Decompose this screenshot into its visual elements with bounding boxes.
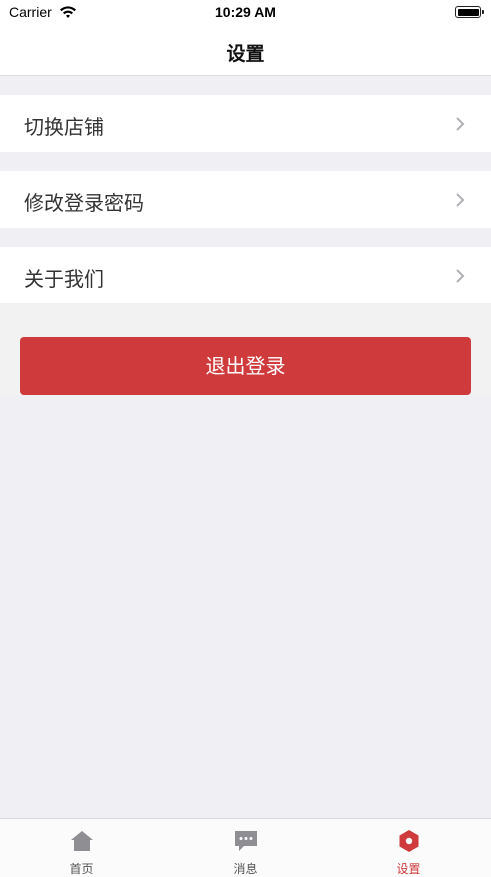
page-title: 设置 [226, 43, 265, 65]
chevron-right-icon [456, 193, 465, 207]
settings-item-about-us[interactable]: 关于我们 [0, 247, 491, 304]
tab-home-label: 首页 [69, 862, 94, 876]
tab-messages-label: 消息 [233, 862, 258, 876]
navigation-bar: 设置 [0, 26, 491, 76]
chevron-right-icon [456, 269, 465, 283]
settings-item-change-password[interactable]: 修改登录密码 [0, 171, 491, 228]
settings-screen: Carrier 10:29 AM 设置 切换店铺 修改登录密码 关于我们 退出登… [0, 0, 491, 877]
clock: 10:29 AM [215, 4, 276, 20]
settings-item-switch-store[interactable]: 切换店铺 [0, 95, 491, 152]
tab-home[interactable]: 首页 [0, 819, 163, 877]
message-icon [235, 831, 257, 851]
settings-item-label: 修改登录密码 [24, 191, 144, 215]
status-bar: Carrier 10:29 AM [0, 0, 491, 26]
tab-messages[interactable]: 消息 [164, 819, 327, 877]
settings-icon [399, 830, 419, 852]
tab-bar: 首页 消息 设置 [0, 818, 491, 877]
settings-list: 切换店铺 修改登录密码 关于我们 [0, 95, 491, 323]
tab-settings[interactable]: 设置 [327, 819, 490, 877]
settings-item-label: 关于我们 [24, 267, 104, 291]
settings-item-label: 切换店铺 [24, 115, 104, 139]
chevron-right-icon [456, 117, 465, 131]
logout-button[interactable]: 退出登录 [20, 337, 471, 395]
tab-settings-label: 设置 [396, 862, 421, 876]
home-icon [71, 831, 93, 851]
battery-icon [455, 6, 484, 18]
